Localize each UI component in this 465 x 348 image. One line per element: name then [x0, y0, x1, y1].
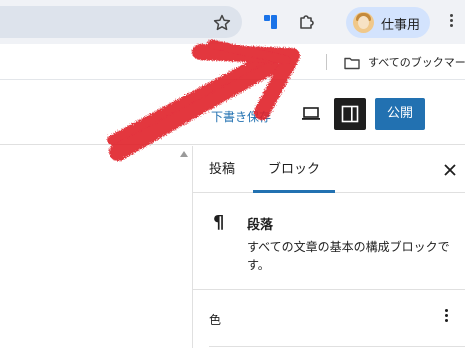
close-icon[interactable]	[443, 162, 457, 176]
avatar	[353, 12, 374, 33]
color-options-icon[interactable]	[443, 307, 449, 325]
browser-toolbar: 仕事用	[0, 0, 465, 44]
extension-blue-icon[interactable]	[262, 13, 280, 31]
color-panel-label: 色	[209, 313, 222, 327]
editor-header: 下書き保存 公開	[0, 81, 465, 145]
bookmarks-bar: すべてのブックマーク	[0, 44, 465, 80]
kebab-menu-icon[interactable]	[448, 12, 454, 32]
paragraph-icon: ¶	[213, 212, 225, 233]
save-draft-button[interactable]: 下書き保存	[211, 108, 271, 125]
block-description: すべての文章の基本の構成ブロックです。	[247, 240, 450, 272]
active-tab-indicator	[253, 190, 335, 193]
block-title: 段落	[247, 218, 274, 233]
all-bookmarks-link[interactable]: すべてのブックマーク	[368, 54, 465, 70]
folder-icon[interactable]	[344, 55, 360, 70]
tab-post[interactable]: 投稿	[209, 146, 235, 193]
settings-sidebar-toggle[interactable]	[334, 98, 366, 130]
sidebar-tabs: 投稿 ブロック	[193, 146, 465, 193]
scroll-up-arrow-icon[interactable]	[180, 151, 188, 157]
profile-name: 仕事用	[381, 18, 421, 33]
sidebar-toggle-icon	[341, 105, 359, 123]
editor-canvas[interactable]	[0, 146, 192, 348]
profile-button[interactable]: 仕事用	[346, 7, 430, 38]
bookmarks-separator	[326, 54, 327, 70]
puzzle-icon[interactable]	[297, 12, 317, 32]
block-card: ¶ 段落 すべての文章の基本の構成ブロックです。	[193, 194, 465, 290]
address-bar[interactable]	[0, 6, 242, 38]
preview-laptop-icon[interactable]	[301, 106, 321, 120]
color-panel[interactable]: 色	[193, 291, 465, 348]
tab-block[interactable]: ブロック	[253, 146, 335, 193]
settings-sidebar: 投稿 ブロック ¶ 段落 すべての文章の基本の構成ブロックです。 色	[192, 146, 465, 348]
star-icon[interactable]	[212, 13, 232, 33]
publish-button[interactable]: 公開	[375, 98, 425, 130]
divider	[209, 346, 465, 347]
